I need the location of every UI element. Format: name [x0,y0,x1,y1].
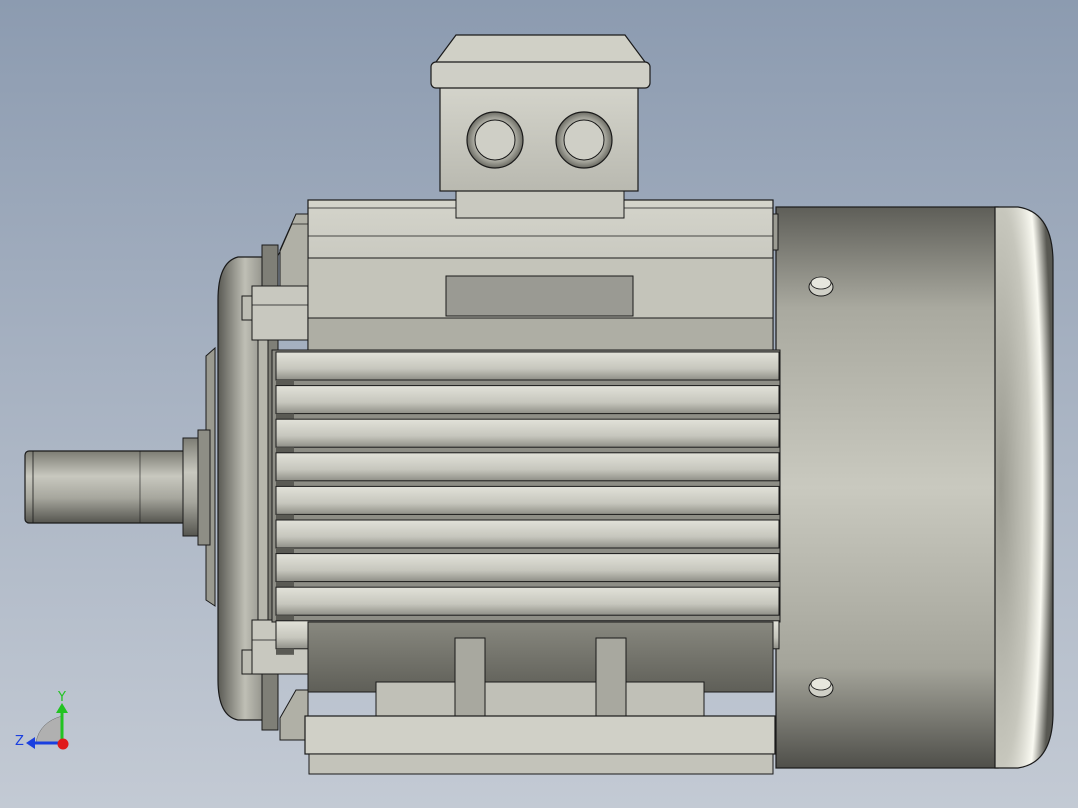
z-axis-label: Z [15,734,24,749]
fin-root [276,648,294,655]
cad-viewport[interactable]: Y Z [0,0,1078,808]
cooling-fin [275,418,780,448]
cooling-fins [275,351,780,655]
stator-frame[interactable] [271,199,781,775]
cooling-fin [275,452,780,482]
motor-foot[interactable] [375,681,705,719]
x-axis-point [57,738,69,750]
foot-rib-left [454,637,486,719]
cooling-fin [275,485,780,515]
nameplate [445,275,634,317]
fin-root [276,581,294,588]
cooling-fin [275,586,780,616]
cooling-fin [275,519,780,549]
y-axis-label: Y [57,690,66,705]
fan-cover[interactable] [775,206,1054,769]
fan-cover-dome [994,206,1054,769]
base-plate [304,715,776,755]
cooling-fin [275,553,780,583]
cooling-fin [275,385,780,415]
terminal-box[interactable] [430,34,651,219]
motor-shaft[interactable] [24,437,200,537]
orientation-triad: Y Z [15,690,69,750]
foot-rib-right [595,637,627,719]
cooling-fin [275,351,780,381]
